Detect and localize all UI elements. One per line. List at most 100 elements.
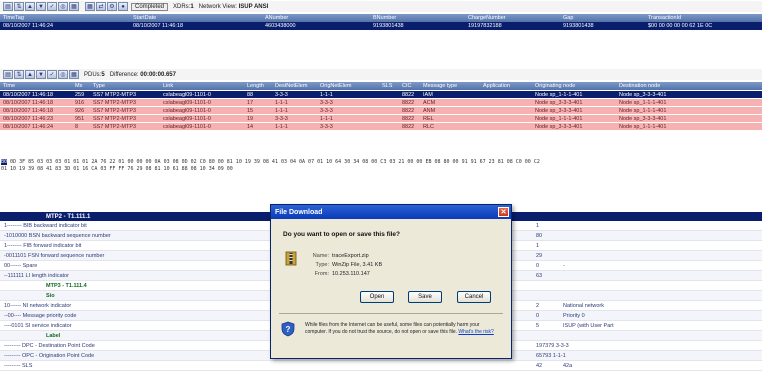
pdu-cell: cslabeagl09-1101-0 (163, 115, 211, 122)
pdu-cell: 3-3-3 (275, 115, 288, 122)
view-icon[interactable]: ▦ (69, 70, 79, 79)
filter-down-icon[interactable]: ▼ (36, 70, 46, 79)
close-icon[interactable]: ✕ (498, 207, 509, 217)
decode-field-label: ----0101 SI service indicator (4, 322, 72, 329)
col-application[interactable]: Application (480, 83, 532, 89)
pdu-cell: Node sp_1-1-1-401 (619, 123, 667, 130)
network-view-value: ISUP ANSI (238, 3, 269, 10)
filter-up-icon[interactable]: ▲ (25, 70, 35, 79)
decode-field-meaning: Priority 0 (563, 312, 585, 319)
zoom-icon[interactable]: ◎ (58, 2, 68, 11)
col-cic[interactable]: CIC (399, 83, 420, 89)
decode-field-value: 0 (536, 312, 540, 319)
col-ms[interactable]: Ms (72, 83, 90, 89)
svg-text:?: ? (286, 325, 291, 334)
col-anumber[interactable]: ANumber (262, 15, 370, 21)
pdu-cell: SS7 MTP2-MTP3 (93, 107, 137, 114)
grid-icon[interactable]: ▦ (85, 2, 95, 11)
hex-dump[interactable]: B0 0D 3F 85 03 03 03 01 01 01 2A 76 22 0… (1, 159, 759, 173)
col-chargenumber[interactable]: ChargeNumber (465, 15, 560, 21)
decode-row[interactable]: --------- SLS 42 42a (0, 361, 762, 371)
pdu-cell: Node sp_1-1-1-401 (619, 107, 667, 114)
pdu-cell: ACM (423, 99, 436, 106)
decode-field-label: 00------ Spare (4, 262, 38, 269)
col-transactionid[interactable]: TransactionId (645, 15, 762, 21)
col-gap[interactable]: Gap (560, 15, 645, 21)
col-length[interactable]: Length (244, 83, 272, 89)
filter-down-icon[interactable]: ▼ (36, 2, 46, 11)
pdu-cell: 926 (75, 107, 85, 114)
flow-icon[interactable]: ⇄ (96, 2, 106, 11)
pdu-row[interactable]: 08/10/2007 11:46:24 8 SS7 MTP2-MTP3 cslabea… (0, 123, 762, 131)
decode-field-label: --------- SLS (4, 362, 33, 369)
cell: 08/10/2007 11:46:24 (3, 23, 54, 29)
decode-field-label: --00---- Message priority code (4, 312, 77, 319)
pdu-cell: 8822 (402, 91, 415, 98)
decode-field-value: 63 (536, 272, 543, 279)
sort-icon[interactable]: ⇅ (14, 70, 24, 79)
settings-icon[interactable]: ⚙ (107, 2, 117, 11)
pdu-cell: 1-1-1 (320, 91, 333, 98)
print-icon[interactable]: ▤ (3, 2, 13, 11)
pdu-cell: 8822 (402, 99, 415, 106)
col-link[interactable]: Link (160, 83, 244, 89)
pdu-cell: 3-3-3 (320, 107, 333, 114)
decode-field-value: 1 (536, 242, 540, 249)
pdu-row[interactable]: 08/10/2007 11:46:18 926 SS7 MTP2-MTP3 cslab… (0, 107, 762, 115)
col-destination-node[interactable]: Destination node (616, 83, 762, 89)
stop-icon[interactable]: ● (118, 2, 128, 11)
save-button[interactable]: Save (408, 291, 442, 303)
col-timetag[interactable]: TimeTag (0, 15, 130, 21)
decode-field-label: 1-------- FIB forward indicator bit (4, 242, 82, 249)
check-icon[interactable]: ✓ (47, 2, 57, 11)
sort-icon[interactable]: ⇅ (14, 2, 24, 11)
filter-up-icon[interactable]: ▲ (25, 2, 35, 11)
risk-link[interactable]: What's the risk? (458, 329, 493, 335)
difference-value: 00:00:00.657 (140, 71, 176, 78)
pdu-row[interactable]: 08/10/2007 11:46:23 951 SS7 MTP2-MTP3 cslab… (0, 115, 762, 123)
pdu-cell: 1-1-1 (275, 107, 288, 114)
col-message-type[interactable]: Message type (420, 83, 480, 89)
pdu-cell: 08/10/2007 11:46:18 (3, 107, 54, 114)
col-destnetelem[interactable]: DestNetElem (272, 83, 317, 89)
check-icon[interactable]: ✓ (47, 70, 57, 79)
col-startdate[interactable]: StartDate (130, 15, 262, 21)
xdrs-count: XDRs:1 (173, 4, 194, 10)
warning-body: While files from the Internet can be use… (305, 322, 480, 335)
col-bnumber[interactable]: BNumber (370, 15, 465, 21)
col-originating-node[interactable]: Originating node (532, 83, 616, 89)
dialog-title[interactable]: File Download (271, 205, 511, 219)
col-time[interactable]: Time (0, 83, 72, 89)
difference-label: Difference: (109, 71, 139, 78)
col-orignetelem[interactable]: OrigNetElem (317, 83, 379, 89)
col-type[interactable]: Type (90, 83, 160, 89)
decode-field-label: 1-------- BIB backward indicator bit (4, 222, 87, 229)
pdu-cell: cslabeagl09-1101-0 (163, 107, 211, 114)
view-icon[interactable]: ▦ (69, 2, 79, 11)
decode-field-meaning: ISUP (with User Part (563, 322, 614, 329)
pdu-cell: 8 (75, 123, 79, 130)
col-sls[interactable]: SLS (379, 83, 399, 89)
open-button[interactable]: Open (360, 291, 394, 303)
pdu-cell: SS7 MTP2-MTP3 (93, 115, 137, 122)
zoom-icon[interactable]: ◎ (58, 70, 68, 79)
file-type: WinZip File, 3.41 KB (332, 262, 383, 268)
decode-header-label: MTP2 - T1.111.1 (46, 213, 91, 220)
dialog-divider (279, 313, 503, 314)
cell: 9193801438 (373, 23, 404, 29)
pdu-grid-header: Time Ms Type Link Length DestNetElem Ori… (0, 82, 762, 90)
xdr-row[interactable]: 08/10/2007 11:46:24 08/10/2007 11:46:18 … (0, 22, 762, 30)
decode-field-label: 10------ NI network indicator (4, 302, 72, 309)
pdu-cell: Node sp_3-3-3-401 (535, 99, 583, 106)
decode-field-meaning: National network (563, 302, 604, 309)
file-info: Name: traceExport.zip Type: WinZip File, 3… (309, 252, 382, 279)
pdu-cell: 08/10/2007 11:46:24 (3, 123, 54, 130)
pdu-row[interactable]: 08/10/2007 11:46:18 916 SS7 MTP2-MTP3 cslab… (0, 99, 762, 107)
pdu-row[interactable]: 08/10/2007 11:46:18 259 SS7 MTP2-MTP3 cslab… (0, 91, 762, 99)
cancel-button[interactable]: Cancel (457, 291, 491, 303)
pdu-cell: 1-1-1 (320, 115, 333, 122)
decode-field-label: -1010000 BSN backward sequence number (4, 232, 111, 239)
decode-field-value: 1 (536, 222, 540, 229)
pdu-cell: 14 (247, 123, 254, 130)
print-icon[interactable]: ▤ (3, 70, 13, 79)
